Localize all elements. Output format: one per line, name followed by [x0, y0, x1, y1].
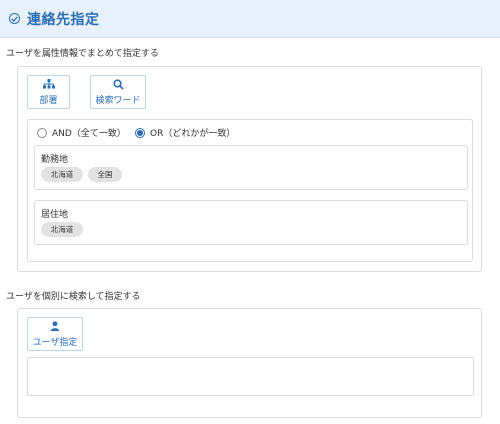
- condition-panel: AND（全て一致） OR（どれかが一致） 勤務地 北海道 全国 居住地 北海道: [27, 119, 473, 262]
- user-select-button-label: ユーザ指定: [32, 337, 78, 348]
- residence-group: 居住地 北海道: [34, 200, 468, 245]
- selected-users-field[interactable]: [27, 357, 474, 396]
- user-icon: [50, 321, 60, 332]
- residence-label: 居住地: [41, 210, 69, 220]
- work-location-label: 勤務地: [41, 155, 69, 165]
- org-chart-icon: [42, 79, 55, 90]
- chip-work-hokkaido[interactable]: 北海道: [41, 167, 83, 182]
- radio-or-option[interactable]: OR（どれかが一致）: [135, 126, 235, 139]
- attr-section-label: ユーザを属性情報でまとめて指定する: [6, 49, 159, 59]
- search-word-button-label: 検索ワード: [95, 95, 141, 106]
- radio-and-option[interactable]: AND（全て一致）: [37, 126, 126, 139]
- individual-panel: ユーザ指定: [17, 308, 482, 418]
- attr-panel: 部署 検索ワード AND（全て一致） OR（どれかが一致） 勤務地 北海道 全国…: [17, 66, 482, 272]
- chip-work-nationwide[interactable]: 全国: [88, 167, 122, 182]
- department-button[interactable]: 部署: [27, 75, 70, 109]
- radio-or-label: OR（どれかが一致）: [150, 129, 236, 139]
- radio-and-label: AND（全て一致）: [52, 129, 126, 139]
- individual-section-label: ユーザを個別に検索して指定する: [6, 292, 141, 302]
- search-icon: [112, 78, 124, 90]
- department-button-label: 部署: [39, 95, 58, 106]
- user-select-button[interactable]: ユーザ指定: [27, 317, 83, 351]
- page-title: 連絡先指定: [27, 11, 100, 28]
- radio-or[interactable]: [135, 127, 145, 138]
- check-circle-icon: [9, 13, 20, 24]
- section-header: 連絡先指定: [0, 0, 500, 38]
- radio-and[interactable]: [37, 127, 47, 138]
- work-location-group: 勤務地 北海道 全国: [34, 145, 468, 190]
- search-word-button[interactable]: 検索ワード: [90, 75, 146, 109]
- chip-residence-hokkaido[interactable]: 北海道: [41, 222, 83, 237]
